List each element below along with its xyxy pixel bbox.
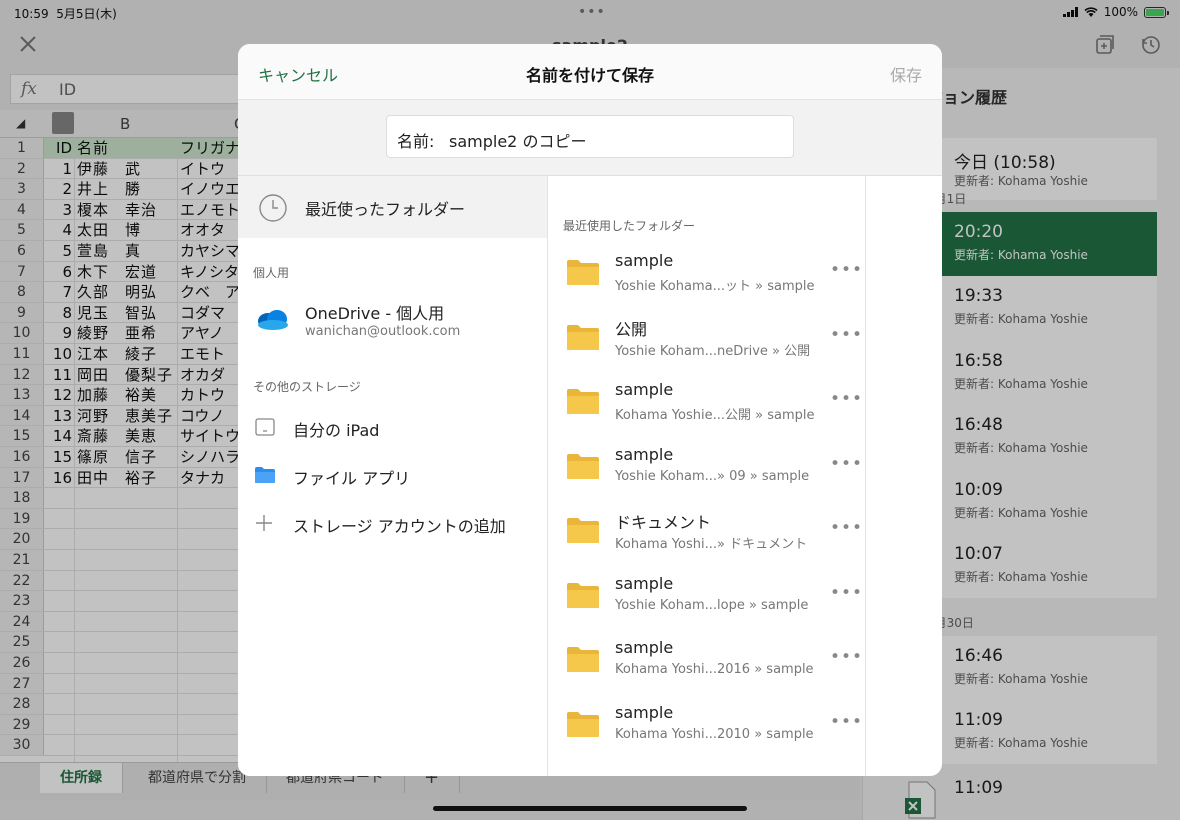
plus-icon (256, 515, 272, 531)
dialog-header: キャンセル 名前を付けて保存 保存 (238, 44, 942, 100)
folder-name: sample (615, 251, 674, 270)
dialog-title: 名前を付けて保存 (525, 66, 654, 85)
save-as-dialog: キャンセル 名前を付けて保存 保存 名前: sample2 のコピー 最近使った… (238, 44, 942, 776)
file-name-area: 名前: sample2 のコピー (238, 100, 942, 176)
more-options-button[interactable]: ••• (830, 518, 863, 538)
folder-path: Yoshie Koham...» 09 » sample (615, 468, 810, 484)
sidebar-item-label: 最近使ったフォルダー (305, 200, 466, 219)
file-name-label: 名前: (397, 132, 435, 151)
folder-name: ドキュメント (615, 513, 712, 532)
folder-list-item[interactable]: sample Yoshie Koham...lope » sample ••• (548, 565, 865, 629)
folder-list-item[interactable]: sample Yoshie Kohama...ット » sample ••• (548, 242, 865, 306)
folder-path: Kohama Yoshie...公開 » sample (615, 408, 815, 423)
folder-list-item[interactable]: ドキュメント Kohama Yoshi...» ドキュメント ••• (548, 500, 865, 564)
folder-path: Yoshie Kohama...ット » sample (615, 279, 815, 294)
folder-path: Kohama Yoshi...2016 » sample (615, 662, 814, 677)
ipad-device-icon (255, 418, 275, 436)
folder-icon (567, 647, 599, 672)
more-options-button[interactable]: ••• (830, 260, 863, 280)
folder-list-item[interactable]: sample Kohama Yoshie...公開 » sample ••• (548, 371, 865, 435)
folder-name: 公開 (615, 319, 648, 339)
folder-icon (567, 453, 599, 479)
more-options-button[interactable]: ••• (830, 325, 863, 345)
sidebar-item-files-app[interactable]: ファイル アプリ (238, 452, 547, 498)
folder-name: sample (615, 702, 674, 722)
onedrive-label: OneDrive - 個人用 (305, 304, 445, 323)
more-options-button[interactable]: ••• (830, 389, 863, 409)
section-other-storage: その他のストレージ (253, 380, 361, 394)
folder-name: sample (615, 573, 674, 593)
files-folder-icon (255, 467, 275, 483)
sidebar-item-label: 自分の iPad (293, 421, 380, 440)
sidebar-item-recent[interactable]: 最近使ったフォルダー (238, 176, 547, 238)
file-name-input[interactable]: sample2 のコピー (449, 128, 586, 152)
folder-list-item[interactable]: 公開 Yoshie Koham...neDrive » 公開 ••• (548, 307, 865, 371)
folder-name: sample (615, 444, 674, 464)
folder-path: Yoshie Koham...neDrive » 公開 (615, 343, 811, 359)
folder-name: sample (615, 380, 674, 399)
location-sidebar: 最近使ったフォルダー 個人用 OneDrive - 個人用 wanichan@o… (238, 176, 548, 776)
home-indicator[interactable] (433, 806, 747, 811)
sidebar-item-label: ファイル アプリ (293, 469, 411, 488)
folder-path: Kohama Yoshi...» ドキュメント (615, 537, 808, 552)
folder-icon (567, 324, 599, 350)
folder-icon (567, 389, 599, 414)
folder-icon (567, 582, 599, 608)
folder-icon (567, 518, 599, 543)
folder-path: Kohama Yoshi...2010 » sample (615, 726, 814, 742)
folder-list-item[interactable]: sample Yoshie Koham...» 09 » sample ••• (548, 436, 865, 500)
onedrive-account: wanichan@outlook.com (305, 324, 461, 339)
folder-path: Yoshie Koham...lope » sample (615, 597, 809, 613)
folder-list-item[interactable]: sample Kohama Yoshi...2016 » sample ••• (548, 629, 865, 693)
more-options-button[interactable]: ••• (830, 712, 863, 732)
more-options-button[interactable]: ••• (830, 583, 863, 603)
add-storage-button[interactable]: ストレージ アカウントの追加 (238, 500, 547, 546)
clock-icon (259, 194, 287, 222)
sidebar-item-onedrive[interactable]: OneDrive - 個人用 wanichan@outlook.com (238, 292, 547, 348)
section-personal: 個人用 (253, 266, 290, 280)
sidebar-item-my-ipad[interactable]: 自分の iPad (238, 404, 547, 450)
save-button[interactable]: 保存 (890, 62, 922, 86)
file-name-field[interactable]: 名前: sample2 のコピー (386, 115, 794, 158)
recent-folders-list: 最近使用したフォルダー sample Yoshie Kohama...ット » s… (548, 176, 866, 776)
folder-list-item[interactable]: sample Kohama Yoshi...2010 » sample ••• (548, 694, 865, 758)
folder-name: sample (615, 638, 674, 657)
sidebar-item-label: ストレージ アカウントの追加 (293, 517, 506, 536)
more-options-button[interactable]: ••• (830, 454, 863, 474)
folder-icon (567, 260, 599, 285)
recent-folders-header: 最近使用したフォルダー (563, 219, 696, 233)
more-options-button[interactable]: ••• (830, 647, 863, 667)
folder-icon (567, 711, 599, 737)
onedrive-cloud-icon (258, 310, 288, 330)
